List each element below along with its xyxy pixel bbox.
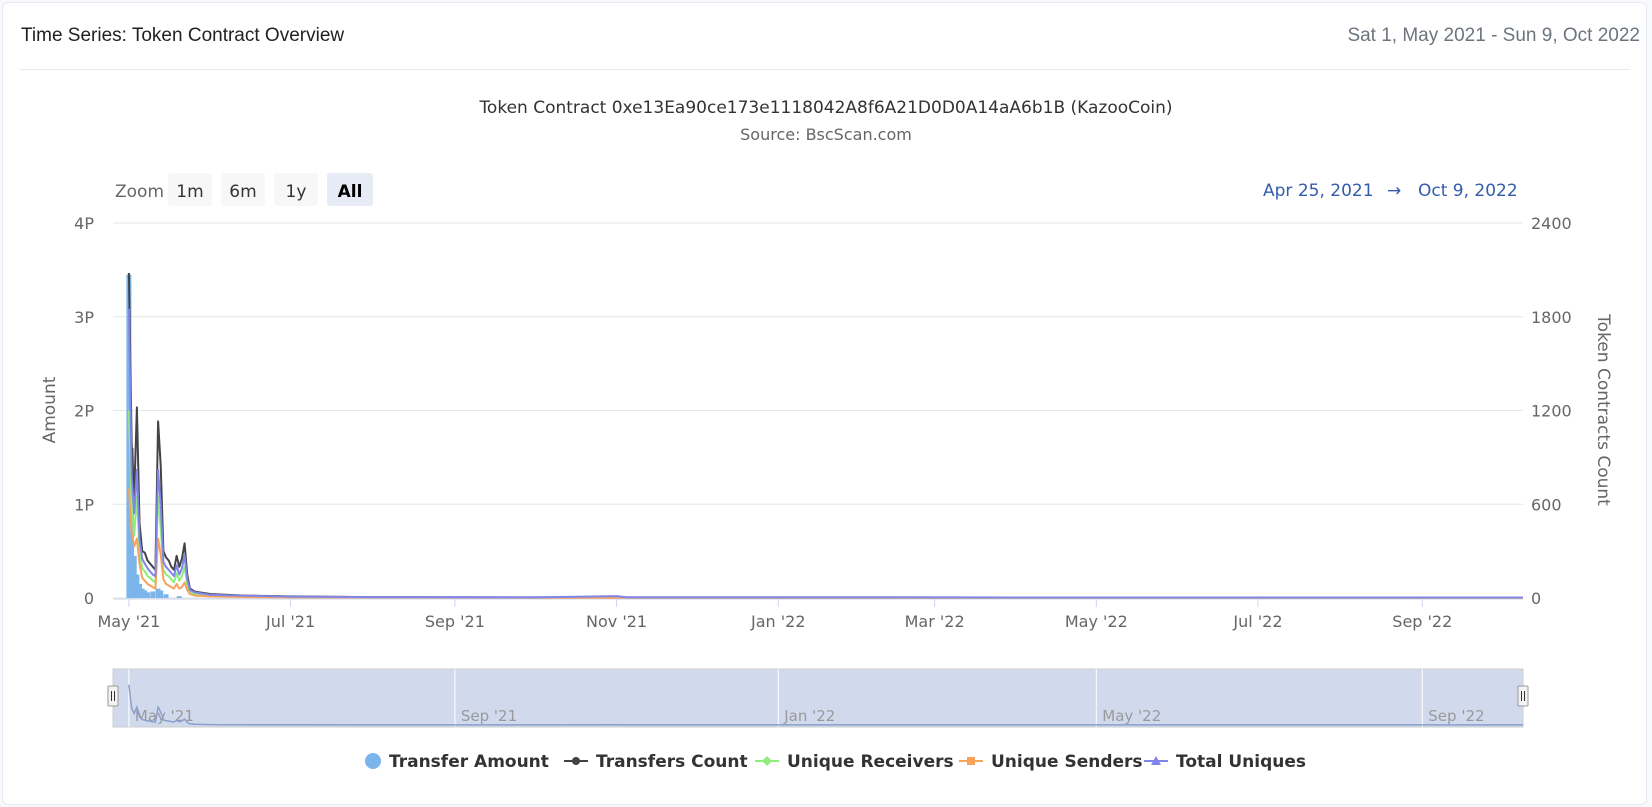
x-tick-label: Jan '22 <box>750 612 806 631</box>
legend-label[interactable]: Total Uniques <box>1176 752 1306 772</box>
navigator-tick-label: Sep '22 <box>1428 707 1484 725</box>
legend-marker-diamond <box>762 756 772 766</box>
y-right-tick-label: 1800 <box>1531 308 1572 327</box>
y-axis-left: 0 1P 2P 3P 4P Amount <box>40 214 94 608</box>
zoom-button-6m[interactable]: 6m <box>221 173 265 206</box>
zoom-button-1m[interactable]: 1m <box>168 173 212 206</box>
y-right-tick-label: 1200 <box>1531 402 1572 421</box>
legend-label[interactable]: Unique Senders <box>991 752 1143 772</box>
navigator-handle-right[interactable] <box>1517 685 1529 707</box>
y-left-tick-label: 2P <box>74 402 94 421</box>
legend-marker-square <box>967 757 975 765</box>
range-arrow: → <box>1387 181 1401 201</box>
zoom-button-label[interactable]: 1y <box>286 182 307 202</box>
series-unique-senders <box>127 488 1523 599</box>
y-right-tick-label: 600 <box>1531 495 1562 514</box>
time-series-chart: Token Contract 0xe13Ea90ce173e1118042A8f… <box>40 98 1613 772</box>
legend-item-unique-receivers[interactable]: Unique Receivers <box>755 752 954 772</box>
legend-label[interactable]: Unique Receivers <box>787 752 954 772</box>
column-bar <box>158 590 164 598</box>
y-left-tick-label: 3P <box>74 308 94 327</box>
series-line <box>127 488 1523 599</box>
navigator-tick-label: Sep '21 <box>461 707 517 725</box>
navigator-handle-left[interactable] <box>107 685 119 707</box>
range-from: Apr 25, 2021 <box>1263 181 1374 201</box>
zoom-button-label[interactable]: 1m <box>176 182 203 202</box>
legend-label[interactable]: Transfer Amount <box>389 752 549 772</box>
legend-marker-circle <box>572 757 580 765</box>
series-total-uniques <box>127 308 1524 599</box>
legend-item-total-uniques[interactable]: Total Uniques <box>1144 752 1306 772</box>
column-bar <box>176 596 182 598</box>
y-left-tick-label: 1P <box>74 495 94 514</box>
legend-item-unique-senders[interactable]: Unique Senders <box>959 752 1143 772</box>
navigator-tick-label: Jan '22 <box>783 707 835 725</box>
navigator-tick-label: May '22 <box>1102 707 1161 725</box>
series-transfer-amount <box>126 274 182 598</box>
zoom-label: Zoom <box>115 182 164 202</box>
navigator-tick-label: May '21 <box>135 707 194 725</box>
range-selector: Zoom 1m 6m 1y All Apr 25, 2021 → Oct 9, 202… <box>115 173 1518 206</box>
x-tick-label: Nov '21 <box>586 612 647 631</box>
y-right-tick-label: 2400 <box>1531 214 1572 233</box>
y-axis-right: 0 600 1200 1800 2400 Token Contracts Count <box>1531 214 1613 608</box>
series-transfers-count <box>127 272 1524 599</box>
y-left-tick-label: 4P <box>74 214 94 233</box>
y-left-axis-title: Amount <box>40 376 60 443</box>
x-tick-label: May '21 <box>97 612 160 631</box>
legend-item-transfer-amount[interactable]: Transfer Amount <box>365 752 549 772</box>
series-line <box>127 272 1524 599</box>
chart-subtitle: Source: BscScan.com <box>740 125 912 144</box>
zoom-button-All[interactable]: All <box>327 173 373 206</box>
legend: Transfer Amount Transfers Count Unique Rec… <box>365 752 1306 772</box>
navigator-handle[interactable] <box>107 685 119 707</box>
x-axis: May '21 Jul '21 Sep '21 Nov '21 Jan '22 Mar '… <box>97 598 1523 631</box>
range-to: Oct 9, 2022 <box>1418 181 1518 201</box>
column-bar <box>144 592 150 598</box>
x-tick-label: May '22 <box>1065 612 1128 631</box>
legend-label[interactable]: Transfers Count <box>596 752 748 772</box>
legend-item-transfers-count[interactable]: Transfers Count <box>564 752 748 772</box>
chart-title: Token Contract 0xe13Ea90ce173e1118042A8f… <box>478 98 1172 118</box>
navigator[interactable]: May '21 Sep '21 Jan '22 May '22 Sep '22 <box>107 668 1529 728</box>
series-line <box>127 308 1524 599</box>
navigator-handle[interactable] <box>1517 685 1529 707</box>
y-left-tick-label: 0 <box>84 589 94 608</box>
zoom-button-label[interactable]: All <box>338 182 363 202</box>
zoom-buttons: 1m 6m 1y All <box>168 173 373 206</box>
x-tick-label: Jul '21 <box>265 612 315 631</box>
x-tick-label: Sep '22 <box>1392 612 1452 631</box>
zoom-button-1y[interactable]: 1y <box>274 173 318 206</box>
plot-area <box>126 272 1524 599</box>
x-tick-label: Jul '22 <box>1232 612 1282 631</box>
x-tick-label: Sep '21 <box>425 612 485 631</box>
column-bar <box>150 591 156 598</box>
legend-symbol-circle <box>365 753 381 769</box>
grid-lines <box>113 222 1523 599</box>
y-right-tick-label: 0 <box>1531 589 1541 608</box>
zoom-button-label[interactable]: 6m <box>229 182 256 202</box>
x-tick-label: Mar '22 <box>905 612 965 631</box>
column-bar <box>163 594 169 598</box>
y-right-axis-title: Token Contracts Count <box>1593 313 1613 506</box>
